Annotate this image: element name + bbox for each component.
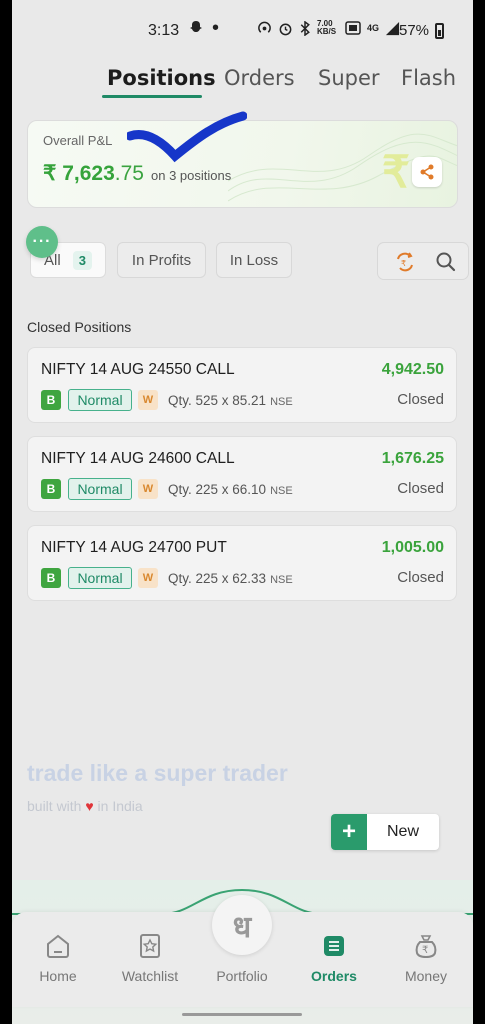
- tagline-title: trade like a super trader: [27, 760, 288, 786]
- search-icon[interactable]: [435, 251, 457, 273]
- annotation-checkmark: [127, 111, 247, 163]
- status-notification-icons: •: [188, 17, 220, 39]
- position-status: Closed: [397, 391, 444, 408]
- position-pnl: 4,942.50: [381, 361, 444, 378]
- dot-icon: •: [212, 17, 220, 39]
- new-order-label: New: [387, 823, 420, 840]
- filter-all-count: 3: [72, 250, 92, 270]
- network-type: 4G: [367, 23, 380, 33]
- toolbar-group: ₹: [377, 242, 469, 280]
- nav-orders[interactable]: Orders: [294, 932, 374, 984]
- qty-text: Qty. 225 x 62.33: [168, 571, 267, 586]
- position-status: Closed: [397, 480, 444, 497]
- volte-icon: [345, 21, 361, 35]
- exchange-label: NSE: [270, 485, 293, 497]
- nav-money-label: Money: [404, 968, 448, 984]
- closed-positions-title: Closed Positions: [27, 319, 132, 335]
- position-pnl: 1,005.00: [381, 539, 444, 556]
- position-qty: Qty. 525 x 85.21 NSE: [168, 393, 293, 408]
- svg-text:₹: ₹: [401, 259, 406, 268]
- filter-in-loss-label: In Loss: [229, 251, 279, 269]
- orders-icon: [324, 936, 344, 956]
- nav-home[interactable]: Home: [18, 932, 98, 984]
- position-qty: Qty. 225 x 62.33 NSE: [168, 571, 293, 586]
- share-button[interactable]: [412, 157, 442, 187]
- tagline-sub-before: built with: [27, 798, 86, 814]
- filter-in-profits[interactable]: In Profits: [117, 242, 206, 278]
- more-dots-icon: ···: [32, 233, 52, 250]
- plus-icon: +: [331, 814, 367, 850]
- nav-portfolio-label: Portfolio: [216, 968, 268, 984]
- product-badge: Normal: [68, 389, 132, 411]
- snapchat-icon: [190, 21, 202, 32]
- buy-badge: B: [41, 479, 61, 499]
- tab-super[interactable]: Super: [318, 66, 380, 90]
- network-speed: 7.00 KB/S: [317, 19, 337, 36]
- pnl-amount: 7,623: [62, 162, 115, 185]
- position-pnl: 1,676.25: [381, 450, 444, 467]
- filter-in-loss[interactable]: In Loss: [216, 242, 292, 278]
- position-qty: Qty. 225 x 66.10 NSE: [168, 482, 293, 497]
- watchlist-icon: [140, 934, 160, 958]
- qty-text: Qty. 225 x 66.10: [168, 482, 267, 497]
- weekly-badge: W: [138, 479, 158, 499]
- position-card[interactable]: NIFTY 14 AUG 24550 CALL 4,942.50 B Norma…: [27, 347, 457, 423]
- more-options-button[interactable]: ···: [26, 226, 58, 258]
- filter-in-profits-label: In Profits: [131, 251, 192, 269]
- signal-icon: [385, 21, 400, 35]
- position-status: Closed: [397, 569, 444, 586]
- tab-flash[interactable]: Flash: [401, 66, 456, 90]
- home-icon: [47, 934, 69, 958]
- exit-positions-icon[interactable]: ₹: [394, 251, 416, 273]
- battery-percent: 57%: [399, 22, 430, 39]
- nav-home-label: Home: [39, 968, 77, 984]
- hotspot-icon: [258, 21, 271, 33]
- product-badge: Normal: [68, 478, 132, 500]
- position-card[interactable]: NIFTY 14 AUG 24700 PUT 1,005.00 B Normal…: [27, 525, 457, 601]
- tab-positions[interactable]: Positions: [107, 66, 216, 90]
- rupee-decoration-icon: ₹: [382, 148, 410, 197]
- buy-badge: B: [41, 390, 61, 410]
- nav-orders-label: Orders: [311, 968, 357, 984]
- app-screen: 3:13 • 7.00 KB/S 4G 57% Positions Orders…: [12, 0, 473, 1024]
- pnl-currency: ₹: [43, 162, 57, 185]
- exchange-label: NSE: [270, 396, 293, 408]
- share-icon: [420, 164, 434, 180]
- position-name: NIFTY 14 AUG 24700 PUT: [41, 539, 227, 556]
- position-name: NIFTY 14 AUG 24550 CALL: [41, 361, 235, 378]
- nav-watchlist[interactable]: Watchlist: [110, 932, 190, 984]
- status-system-icons: 7.00 KB/S 4G: [257, 20, 400, 36]
- active-tab-indicator: [102, 95, 202, 98]
- nav-watchlist-label: Watchlist: [121, 968, 179, 984]
- bluetooth-icon: [300, 20, 310, 36]
- tagline-subtitle: built with ♥ in India: [27, 798, 143, 814]
- nav-money[interactable]: ₹ Money: [386, 932, 466, 984]
- status-time: 3:13: [148, 22, 180, 39]
- weekly-badge: W: [138, 390, 158, 410]
- position-card[interactable]: NIFTY 14 AUG 24600 CALL 1,676.25 B Norma…: [27, 436, 457, 512]
- exchange-label: NSE: [270, 574, 293, 586]
- product-badge: Normal: [68, 567, 132, 589]
- battery-icon: [435, 22, 445, 39]
- tagline-sub-after: in India: [93, 798, 143, 814]
- battery-indicator: 57%: [399, 22, 445, 39]
- home-indicator: [182, 1013, 302, 1016]
- portfolio-icon[interactable]: ध: [212, 895, 272, 955]
- svg-text:₹: ₹: [422, 945, 428, 956]
- pnl-label: Overall P&L: [43, 133, 113, 148]
- heart-icon: ♥: [85, 798, 94, 814]
- qty-text: Qty. 525 x 85.21: [168, 393, 267, 408]
- pnl-positions-count: on 3 positions: [151, 168, 232, 183]
- new-order-button[interactable]: + New: [331, 814, 439, 850]
- top-tabs: Positions Orders Super Flash: [12, 60, 473, 105]
- tab-orders[interactable]: Orders: [224, 66, 295, 90]
- money-icon: ₹: [415, 935, 437, 959]
- status-bar: 3:13 • 7.00 KB/S 4G 57%: [12, 0, 473, 60]
- alarm-icon: [279, 23, 292, 35]
- position-name: NIFTY 14 AUG 24600 CALL: [41, 450, 235, 467]
- weekly-badge: W: [138, 568, 158, 588]
- buy-badge: B: [41, 568, 61, 588]
